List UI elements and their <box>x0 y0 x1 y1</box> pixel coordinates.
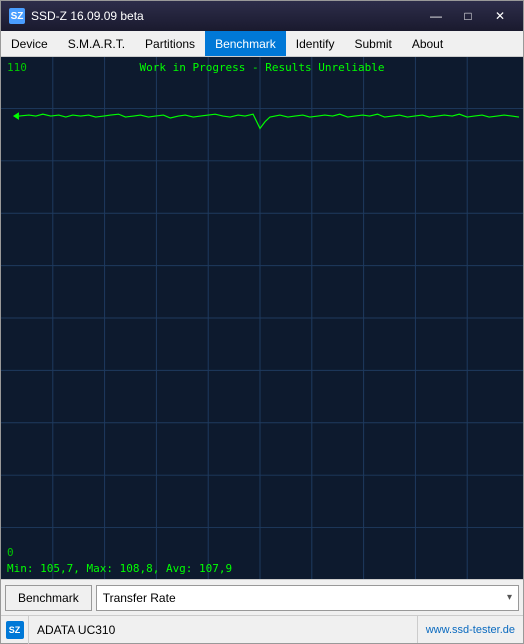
window-title: SSD-Z 16.09.09 beta <box>31 9 421 23</box>
menu-item-smart[interactable]: S.M.A.R.T. <box>58 31 135 56</box>
chart-y-min: 0 <box>7 546 14 559</box>
benchmark-button[interactable]: Benchmark <box>5 585 92 611</box>
dropdown-arrow-icon: ▾ <box>507 592 512 603</box>
minimize-button[interactable]: — <box>421 6 451 26</box>
website-link[interactable]: www.ssd-tester.de <box>417 616 523 643</box>
close-button[interactable]: ✕ <box>485 6 515 26</box>
device-name: ADATA UC310 <box>29 623 417 637</box>
menu-item-partitions[interactable]: Partitions <box>135 31 205 56</box>
chart-stats: Min: 105,7, Max: 108,8, Avg: 107,9 <box>7 562 232 575</box>
menu-item-identify[interactable]: Identify <box>286 31 345 56</box>
main-window: SZ SSD-Z 16.09.09 beta — □ ✕ Device S.M.… <box>0 0 524 644</box>
transfer-rate-dropdown[interactable]: Transfer Rate ▾ <box>96 585 519 611</box>
window-controls: — □ ✕ <box>421 6 515 26</box>
device-icon-inner: SZ <box>6 621 24 639</box>
benchmark-chart: Work in Progress - Results Unreliable 11… <box>1 57 523 579</box>
menu-item-device[interactable]: Device <box>1 31 58 56</box>
bottom-toolbar: Benchmark Transfer Rate ▾ <box>1 579 523 615</box>
maximize-button[interactable]: □ <box>453 6 483 26</box>
menu-item-benchmark[interactable]: Benchmark <box>205 31 286 56</box>
title-bar: SZ SSD-Z 16.09.09 beta — □ ✕ <box>1 1 523 31</box>
device-icon: SZ <box>1 616 29 644</box>
menu-bar: Device S.M.A.R.T. Partitions Benchmark I… <box>1 31 523 57</box>
app-icon: SZ <box>9 8 25 24</box>
chart-title: Work in Progress - Results Unreliable <box>1 61 523 74</box>
status-bar: SZ ADATA UC310 www.ssd-tester.de <box>1 615 523 643</box>
chart-svg <box>1 57 523 579</box>
menu-item-submit[interactable]: Submit <box>344 31 401 56</box>
dropdown-label: Transfer Rate <box>103 591 176 605</box>
menu-item-about[interactable]: About <box>402 31 453 56</box>
